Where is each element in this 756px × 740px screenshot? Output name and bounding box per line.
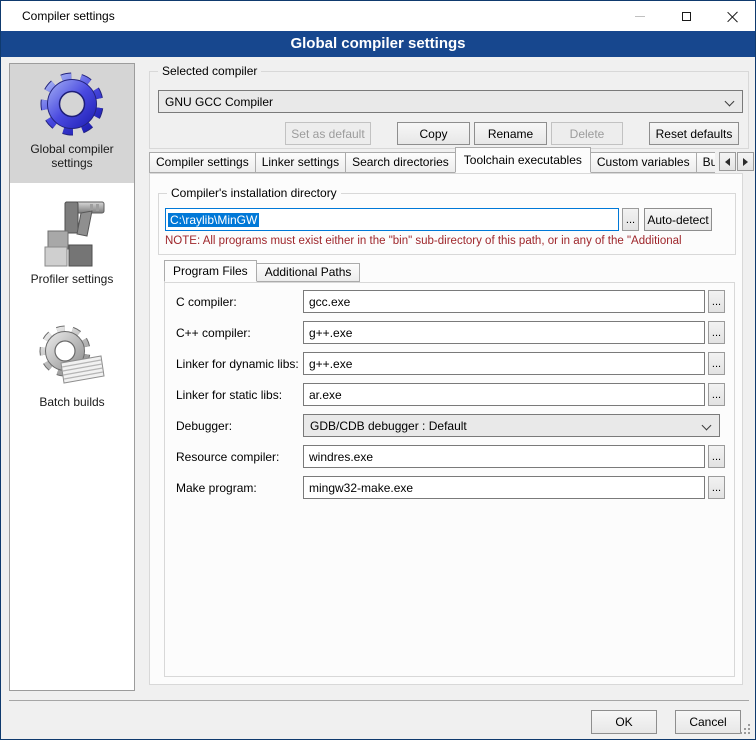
- group-label: Compiler's installation directory: [167, 186, 341, 200]
- sidebar-item-label: Global compiler settings: [10, 140, 134, 170]
- debugger-select-value: GDB/CDB debugger : Default: [310, 419, 467, 433]
- make-program-input[interactable]: [303, 476, 705, 499]
- static-linker-input[interactable]: [303, 383, 705, 406]
- field-label: Resource compiler:: [176, 450, 279, 464]
- arrow-right-icon: [743, 158, 748, 166]
- field-label: Debugger:: [176, 419, 232, 433]
- static-linker-browse-button[interactable]: ...: [708, 383, 725, 406]
- dynamic-linker-browse-button[interactable]: ...: [708, 352, 725, 375]
- tab-scroll-left-button[interactable]: [719, 152, 736, 171]
- field-label: Linker for static libs:: [176, 388, 282, 402]
- tab-scroll-right-button[interactable]: [737, 152, 754, 171]
- selected-compiler-group: Selected compiler GNU GCC Compiler Set a…: [149, 71, 749, 149]
- settings-tab-bar: Compiler settings Linker settings Search…: [149, 147, 715, 173]
- copy-button[interactable]: Copy: [397, 122, 470, 145]
- make-program-browse-button[interactable]: ...: [708, 476, 725, 499]
- toolchain-executables-page: Compiler's installation directory C:\ray…: [149, 173, 743, 685]
- program-files-tab-bar: Program Files Additional Paths: [164, 260, 359, 282]
- field-label: Linker for dynamic libs:: [176, 357, 299, 371]
- compiler-select-value: GNU GCC Compiler: [165, 95, 273, 109]
- reset-defaults-button[interactable]: Reset defaults: [649, 122, 739, 145]
- minimize-button[interactable]: [617, 1, 663, 31]
- blue-gear-icon: [35, 68, 109, 140]
- form-row-c-compiler: C compiler: ...: [165, 290, 736, 313]
- ok-button[interactable]: OK: [591, 710, 657, 734]
- install-dir-selected-text: C:\raylib\MinGW: [168, 213, 259, 227]
- debugger-select[interactable]: GDB/CDB debugger : Default: [303, 414, 720, 437]
- delete-button: Delete: [551, 122, 623, 145]
- form-row-resource-compiler: Resource compiler: ...: [165, 445, 736, 468]
- install-dir-input[interactable]: C:\raylib\MinGW: [165, 208, 619, 231]
- resource-compiler-input[interactable]: [303, 445, 705, 468]
- maximize-icon: [682, 12, 691, 21]
- install-dir-browse-button[interactable]: ...: [622, 208, 639, 231]
- c-compiler-browse-button[interactable]: ...: [708, 290, 725, 313]
- field-label: C++ compiler:: [176, 326, 251, 340]
- footer-divider: [9, 700, 749, 701]
- tab-build-options[interactable]: Build options: [696, 152, 715, 173]
- rename-button[interactable]: Rename: [474, 122, 547, 145]
- tab-custom-variables[interactable]: Custom variables: [590, 152, 697, 173]
- tab-linker-settings[interactable]: Linker settings: [255, 152, 346, 173]
- chevron-down-icon: [725, 97, 735, 107]
- tab-search-directories[interactable]: Search directories: [345, 152, 456, 173]
- auto-detect-button[interactable]: Auto-detect: [644, 208, 712, 231]
- tab-compiler-settings[interactable]: Compiler settings: [149, 152, 256, 173]
- sidebar-item-batch-builds[interactable]: Batch builds: [10, 317, 134, 417]
- minimize-icon: [635, 16, 645, 17]
- compiler-select[interactable]: GNU GCC Compiler: [158, 90, 743, 113]
- program-files-panel: C compiler: ... C++ compiler: ... Linker…: [164, 282, 735, 677]
- set-as-default-button: Set as default: [285, 122, 371, 145]
- tab-toolchain-executables[interactable]: Toolchain executables: [455, 147, 591, 173]
- chevron-down-icon: [702, 421, 712, 431]
- maximize-button[interactable]: [663, 1, 709, 31]
- cancel-button[interactable]: Cancel: [675, 710, 741, 734]
- install-dir-note: NOTE: All programs must exist either in …: [165, 235, 733, 247]
- field-label: Make program:: [176, 481, 257, 495]
- form-row-static-linker: Linker for static libs: ...: [165, 383, 736, 406]
- resource-compiler-browse-button[interactable]: ...: [708, 445, 725, 468]
- form-row-dynamic-linker: Linker for dynamic libs: ...: [165, 352, 736, 375]
- field-label: C compiler:: [176, 295, 237, 309]
- close-icon: [727, 11, 738, 22]
- sidebar-item-label: Batch builds: [10, 393, 134, 409]
- caliper-icon: [35, 198, 109, 270]
- compiler-settings-dialog: Compiler settings Global compiler settin…: [0, 0, 756, 740]
- cpp-compiler-browse-button[interactable]: ...: [708, 321, 725, 344]
- group-label: Selected compiler: [158, 64, 261, 78]
- form-row-cpp-compiler: C++ compiler: ...: [165, 321, 736, 344]
- tab-additional-paths[interactable]: Additional Paths: [256, 263, 361, 282]
- resize-grip[interactable]: [748, 732, 750, 734]
- page-title: Global compiler settings: [1, 31, 755, 57]
- window-title: Compiler settings: [22, 1, 115, 31]
- dynamic-linker-input[interactable]: [303, 352, 705, 375]
- close-button[interactable]: [709, 1, 755, 31]
- sidebar-item-global-compiler-settings[interactable]: Global compiler settings: [10, 64, 134, 183]
- sidebar-item-profiler-settings[interactable]: Profiler settings: [10, 194, 134, 294]
- tab-program-files[interactable]: Program Files: [164, 260, 257, 282]
- settings-sidebar: Global compiler settings Profiler settin…: [9, 63, 135, 691]
- gear-stack-icon: [35, 321, 109, 393]
- c-compiler-input[interactable]: [303, 290, 705, 313]
- cpp-compiler-input[interactable]: [303, 321, 705, 344]
- form-row-debugger: Debugger: GDB/CDB debugger : Default: [165, 414, 736, 437]
- form-row-make-program: Make program: ...: [165, 476, 736, 499]
- arrow-left-icon: [725, 158, 730, 166]
- sidebar-item-label: Profiler settings: [10, 270, 134, 286]
